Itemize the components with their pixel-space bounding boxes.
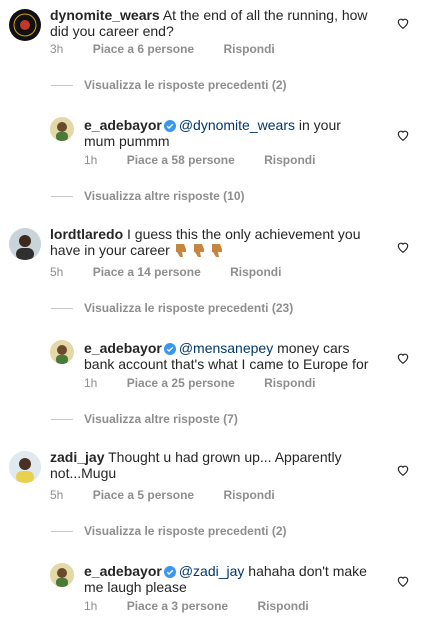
- comment-text: lordtlaredo I guess this the only achiev…: [50, 226, 370, 261]
- reply-text: e_adebayor @dynomite_wears in your mum pu…: [84, 117, 374, 149]
- heart-icon[interactable]: [396, 351, 410, 365]
- heart-icon[interactable]: [396, 463, 410, 477]
- comment-username[interactable]: dynomite_wears: [50, 7, 160, 23]
- reply-meta: 1h Piace a 25 persone Rispondi: [84, 376, 341, 390]
- profile-photo-icon: [50, 563, 74, 587]
- reply-button[interactable]: Rispondi: [230, 265, 281, 279]
- profile-photo-icon: [9, 451, 41, 483]
- avatar[interactable]: [50, 117, 74, 141]
- likes-count[interactable]: Piace a 14 persone: [93, 265, 201, 279]
- verified-badge-icon: [163, 566, 176, 578]
- comment-text: zadi_jay Thought u had grown up... Appar…: [50, 449, 370, 481]
- mention-link[interactable]: @mensanepey: [179, 340, 273, 356]
- reply-button[interactable]: Rispondi: [264, 376, 315, 390]
- view-previous-replies[interactable]: Visualizza le risposte precedenti (2): [84, 78, 287, 92]
- reply-text: e_adebayor @mensanepey money cars bank ac…: [84, 340, 374, 372]
- comment-meta: 5h Piace a 14 persone Rispondi: [50, 265, 307, 279]
- thumbs-down-emoji: [174, 242, 228, 261]
- avatar[interactable]: [9, 9, 41, 41]
- heart-icon[interactable]: [396, 128, 410, 142]
- heart-icon[interactable]: [396, 240, 410, 254]
- reply-meta: 1h Piace a 58 persone Rispondi: [84, 153, 341, 167]
- reply-button[interactable]: Rispondi: [264, 153, 315, 167]
- view-previous-replies[interactable]: Visualizza le risposte precedenti (23): [84, 301, 293, 315]
- view-more-replies[interactable]: Visualizza altre risposte (7): [84, 412, 238, 426]
- divider-line: [51, 531, 73, 532]
- likes-count[interactable]: Piace a 5 persone: [93, 488, 194, 502]
- likes-count[interactable]: Piace a 25 persone: [127, 376, 235, 390]
- reply-username[interactable]: e_adebayor: [84, 117, 162, 133]
- reply-username[interactable]: e_adebayor: [84, 563, 162, 579]
- comment-time: 3h: [50, 42, 64, 56]
- comment-username[interactable]: zadi_jay: [50, 449, 104, 465]
- likes-count[interactable]: Piace a 6 persone: [93, 42, 194, 56]
- verified-badge-icon: [163, 343, 176, 355]
- avatar[interactable]: [50, 340, 74, 364]
- reply-time: 1h: [84, 376, 98, 390]
- likes-count[interactable]: Piace a 58 persone: [127, 153, 235, 167]
- avatar[interactable]: [50, 563, 74, 587]
- heart-icon[interactable]: [396, 16, 410, 30]
- comment-username[interactable]: lordtlaredo: [50, 226, 123, 242]
- reply-button[interactable]: Rispondi: [223, 42, 274, 56]
- mention-link[interactable]: @zadi_jay: [179, 563, 245, 579]
- comment-meta: 3h Piace a 6 persone Rispondi: [50, 42, 301, 56]
- divider-line: [51, 419, 73, 420]
- reply-meta: 1h Piace a 3 persone Rispondi: [84, 599, 335, 613]
- heart-icon[interactable]: [396, 574, 410, 588]
- divider-line: [51, 196, 73, 197]
- reply-text: e_adebayor @zadi_jay hahaha don't make me…: [84, 563, 374, 595]
- reply-button[interactable]: Rispondi: [257, 599, 308, 613]
- verified-badge-icon: [163, 120, 176, 132]
- comment-text: dynomite_wears At the end of all the run…: [50, 7, 370, 39]
- comment-meta: 5h Piace a 5 persone Rispondi: [50, 488, 301, 502]
- brand-logo-icon: [10, 10, 40, 40]
- reply-time: 1h: [84, 599, 98, 613]
- view-more-replies[interactable]: Visualizza altre risposte (10): [84, 189, 245, 203]
- profile-photo-icon: [50, 117, 74, 141]
- comment-time: 5h: [50, 488, 64, 502]
- reply-username[interactable]: e_adebayor: [84, 340, 162, 356]
- avatar[interactable]: [9, 451, 41, 483]
- view-previous-replies[interactable]: Visualizza le risposte precedenti (2): [84, 524, 287, 538]
- likes-count[interactable]: Piace a 3 persone: [127, 599, 228, 613]
- profile-photo-icon: [9, 228, 41, 260]
- profile-photo-icon: [50, 340, 74, 364]
- divider-line: [51, 308, 73, 309]
- divider-line: [51, 85, 73, 86]
- mention-link[interactable]: @dynomite_wears: [179, 117, 295, 133]
- avatar[interactable]: [9, 228, 41, 260]
- reply-button[interactable]: Rispondi: [223, 488, 274, 502]
- comment-time: 5h: [50, 265, 64, 279]
- reply-time: 1h: [84, 153, 98, 167]
